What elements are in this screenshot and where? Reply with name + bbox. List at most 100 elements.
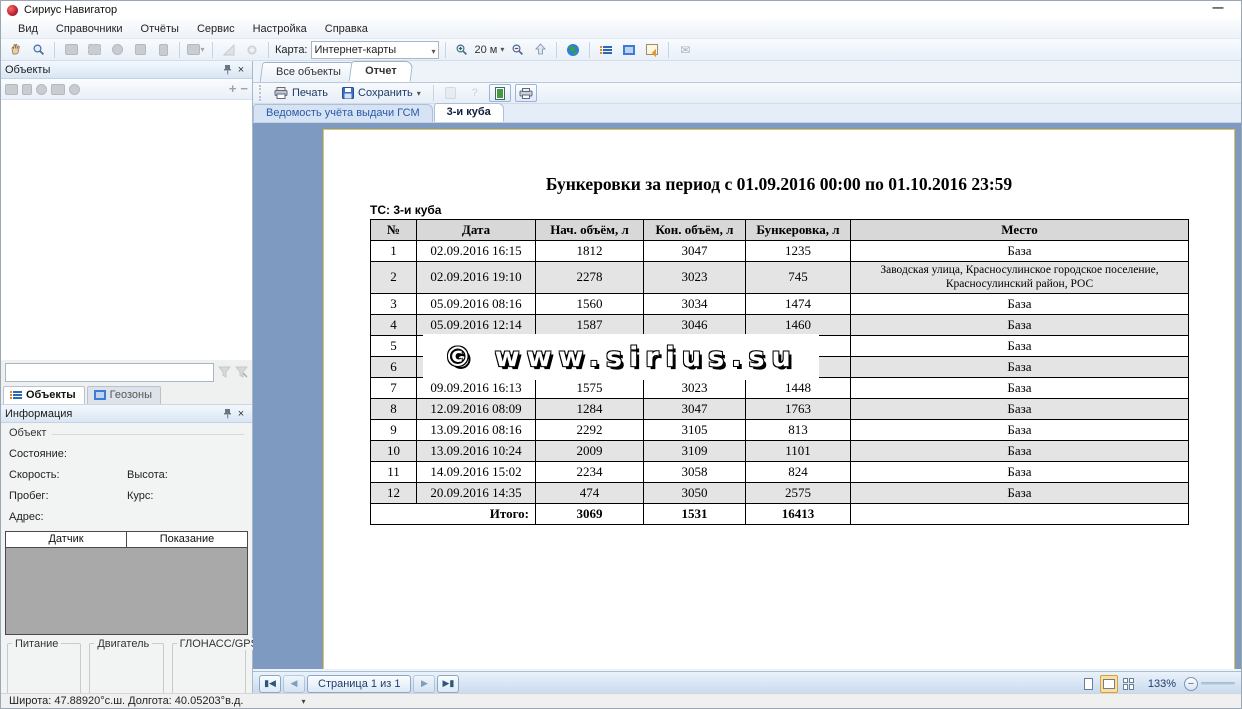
single-page-view-icon[interactable] [1080, 675, 1098, 693]
report-toolbar: Печать Сохранить ▾ ? [253, 83, 1241, 104]
track-globe-icon [36, 84, 47, 95]
app-window: Сириус Навигатор — Вид Справочники Отчёт… [0, 0, 1242, 709]
table-cell: База [851, 241, 1189, 262]
rect-select-icon [130, 41, 150, 59]
last-page-button[interactable]: ▶▮ [437, 675, 459, 693]
table-cell: База [851, 356, 1189, 377]
tab-3i-kuba[interactable]: 3-и куба [434, 103, 504, 122]
table-cell: База [851, 419, 1189, 440]
print-setup-button[interactable] [515, 84, 537, 102]
edit-notes-icon[interactable] [642, 41, 662, 59]
tab-geozones-label: Геозоны [110, 389, 152, 401]
report-viewport[interactable]: Бункеровки за период с 01.09.2016 00:00 … [253, 123, 1241, 669]
menu-bar: Вид Справочники Отчёты Сервис Настройка … [1, 19, 1241, 39]
chevron-down-icon: ▾ [431, 47, 435, 56]
tab-report-label: Отчет [365, 65, 397, 77]
map-label: Карта: [275, 44, 308, 56]
table-cell: 813 [746, 419, 851, 440]
multi-page-view-icon[interactable] [1120, 675, 1138, 693]
menu-service[interactable]: Сервис [188, 20, 244, 38]
ruler-icon [219, 41, 239, 59]
report-subtitle: ТС: 3-и куба [370, 203, 1234, 217]
menu-reports[interactable]: Отчёты [132, 20, 188, 38]
pan-hand-icon[interactable] [5, 41, 25, 59]
table-row: 1114.09.2016 15:0222343058824База [371, 461, 1189, 482]
table-cell: 3046 [644, 314, 746, 335]
minimize-button[interactable]: — [1209, 3, 1227, 15]
geozone-icon[interactable] [619, 41, 639, 59]
tab-fuel-sheet[interactable]: Ведомость учёта выдачи ГСМ [253, 104, 433, 122]
first-page-button[interactable]: ▮◀ [259, 675, 281, 693]
pin-icon[interactable] [220, 63, 234, 77]
table-cell: 9 [371, 419, 417, 440]
table-col-header: Бункеровка, л [746, 220, 851, 241]
zoom-out-button[interactable]: − [1184, 677, 1198, 691]
zoom-in-icon[interactable] [452, 41, 472, 59]
objects-list[interactable] [1, 100, 252, 360]
pin-icon[interactable] [220, 407, 234, 421]
left-panel: Объекты × + − [1, 61, 253, 695]
toolbar-grip [259, 85, 263, 101]
next-page-button[interactable]: ▶ [413, 675, 435, 693]
map-select[interactable]: Интернет-карты ▾ [311, 41, 439, 59]
search-icon[interactable] [28, 41, 48, 59]
export-icon [441, 84, 461, 102]
watermark: © www.sirius.su [423, 334, 819, 380]
object-filter-input[interactable] [5, 363, 214, 382]
filter-icon [218, 366, 231, 378]
table-col-header: № [371, 220, 417, 241]
zoom-scale-value[interactable]: 20 м [475, 44, 498, 56]
print-button[interactable]: Печать [269, 85, 333, 101]
fit-width-view-icon[interactable] [1100, 675, 1118, 693]
tab-all-objects[interactable]: Все объекты [260, 62, 358, 82]
tab-report[interactable]: Отчет [348, 61, 413, 82]
table-cell: 13.09.2016 10:24 [417, 440, 536, 461]
table-cell: 09.09.2016 16:13 [417, 377, 536, 398]
zoom-out-icon[interactable] [507, 41, 527, 59]
status-dropdown-icon[interactable]: ▾ [301, 697, 305, 706]
prev-page-button[interactable]: ◀ [283, 675, 305, 693]
table-cell: База [851, 293, 1189, 314]
menu-settings[interactable]: Настройка [244, 20, 316, 38]
zoom-slider[interactable] [1201, 682, 1235, 685]
zoom-scale-dropdown-icon[interactable]: ▾ [500, 45, 504, 54]
table-row: 709.09.2016 16:13157530231448База [371, 377, 1189, 398]
objects-panel-title: Объекты [5, 64, 220, 76]
table-col-header: Кон. объём, л [644, 220, 746, 241]
close-icon[interactable]: × [234, 63, 248, 77]
indicator-groups: Питание Двигатель ГЛОНАСС/GPS [1, 635, 252, 695]
table-cell: 7 [371, 377, 417, 398]
object-list-icon[interactable] [596, 41, 616, 59]
green-page-icon [495, 87, 505, 100]
help-icon: ? [465, 84, 485, 102]
image-select-icon [61, 41, 81, 59]
menu-directories[interactable]: Справочники [47, 20, 132, 38]
total-label: Итого: [371, 503, 536, 524]
menu-view[interactable]: Вид [9, 20, 47, 38]
page-view-button[interactable] [489, 84, 511, 102]
geozone-square-icon [94, 390, 106, 400]
close-icon[interactable]: × [234, 407, 248, 421]
save-button[interactable]: Сохранить ▾ [337, 85, 426, 101]
sensor-table: Датчик Показание [5, 531, 248, 635]
globe-icon[interactable] [563, 41, 583, 59]
table-cell: 12 [371, 482, 417, 503]
save-dropdown-icon[interactable]: ▾ [417, 89, 421, 98]
expand-all-icon[interactable]: + [229, 84, 237, 94]
table-cell: 6 [371, 356, 417, 377]
collapse-all-icon[interactable]: − [240, 84, 248, 94]
tab-3i-kuba-label: 3-и куба [447, 106, 491, 118]
tab-objects[interactable]: Объекты [3, 386, 85, 404]
link-icon [22, 84, 32, 95]
list-icon [10, 390, 22, 400]
tab-geozones[interactable]: Геозоны [87, 386, 161, 404]
table-cell: База [851, 440, 1189, 461]
home-icon[interactable] [530, 41, 550, 59]
save-label: Сохранить [358, 87, 413, 99]
menu-help[interactable]: Справка [316, 20, 377, 38]
clear-filter-icon [235, 366, 248, 378]
state-label: Состояние: [9, 448, 67, 460]
page-indicator: Страница 1 из 1 [307, 675, 411, 693]
zoom-percent: 133% [1148, 678, 1176, 690]
report-table-body: 102.09.2016 16:15181230471235База202.09.… [371, 241, 1189, 525]
